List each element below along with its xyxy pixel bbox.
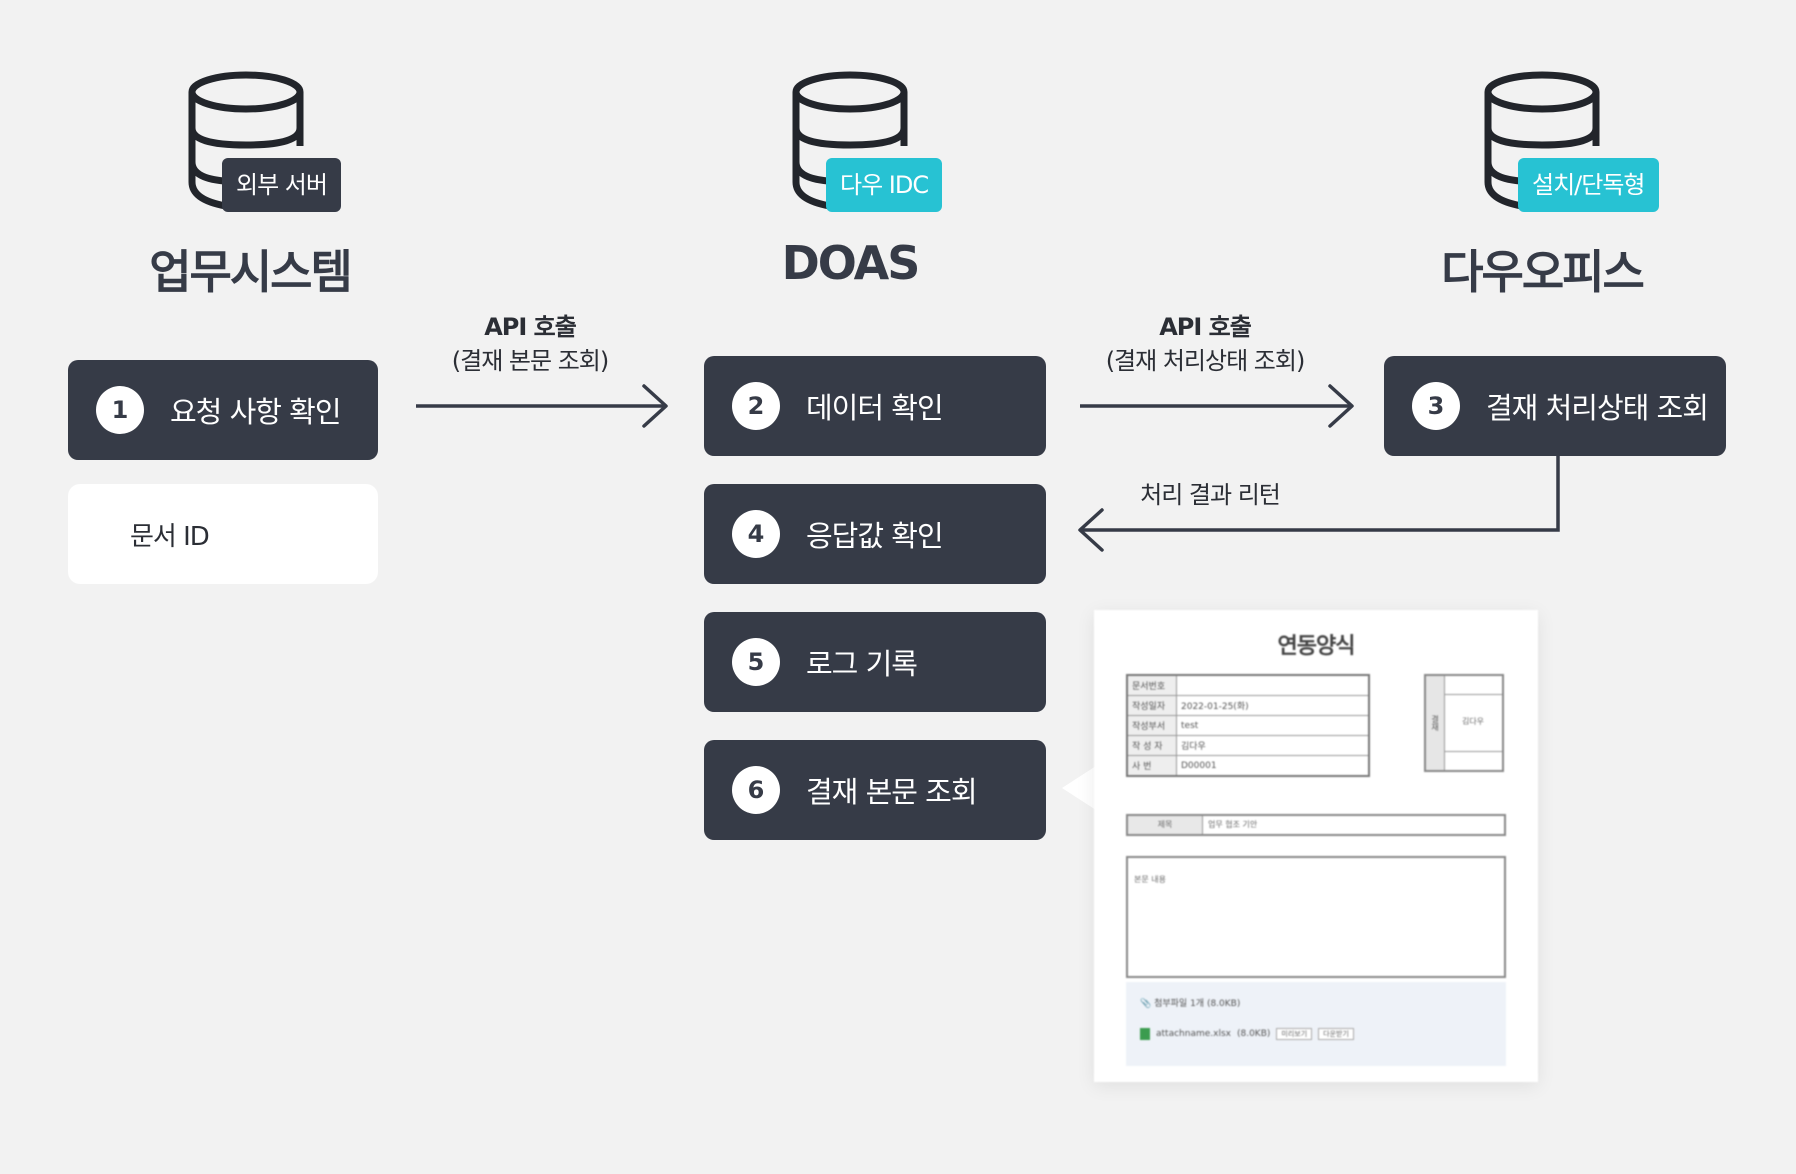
step-number: 2	[732, 382, 780, 430]
table-row: 작 성 자 김다우	[1126, 735, 1370, 756]
form-title: 연동양식	[1277, 634, 1356, 659]
subject-label: 제목	[1128, 816, 1203, 834]
api-call-label-2-line1: API 호출	[1159, 313, 1252, 341]
callout-pointer	[1062, 766, 1096, 810]
system-title-business: 업무시스템	[149, 245, 353, 299]
table-cell-value: D00001	[1176, 755, 1370, 777]
server-badge-external: 외부 서버	[222, 158, 341, 212]
step-label: 데이터 확인	[806, 391, 944, 425]
step-5-box: 5 로그 기록	[704, 612, 1046, 712]
api-call-label-1-line1: API 호출	[484, 313, 577, 341]
download-button[interactable]: 다운받기	[1318, 1028, 1354, 1040]
api-call-label-1: API 호출 (결재 본문 조회)	[430, 310, 630, 378]
approval-row-top	[1444, 676, 1502, 695]
attachment-area: 📎 첨부파일 1개 (8.0KB) attachname.xlsx (8.0KB…	[1126, 982, 1506, 1066]
approval-row-bottom	[1444, 751, 1502, 770]
attachment-item: attachname.xlsx (8.0KB) 미리보기 다운받기	[1140, 1028, 1354, 1040]
subject-value: 업무 협조 기안	[1208, 820, 1258, 829]
step-number: 6	[732, 766, 780, 814]
step-number: 1	[96, 386, 144, 434]
form-info-table: 문서번호 작성일자 2022-01-25(화) 작성부서 test 작 성 자 김다우…	[1126, 674, 1370, 777]
step-6-box: 6 결재 본문 조회	[704, 740, 1046, 840]
excel-file-icon	[1140, 1028, 1150, 1040]
server-badge-idc: 다우 IDC	[826, 158, 943, 212]
body-text: 본문 내용	[1134, 875, 1166, 884]
attachment-count: 📎 첨부파일 1개 (8.0KB)	[1140, 996, 1240, 1009]
arrow-right-icon	[1080, 384, 1354, 428]
table-cell-label: 문서번호	[1126, 674, 1177, 696]
arrow-left-icon	[1078, 456, 1560, 552]
table-cell-label: 작성부서	[1126, 715, 1177, 736]
step-number: 3	[1412, 382, 1460, 430]
arrow-right-icon	[416, 384, 668, 428]
step-3-box: 3 결재 처리상태 조회	[1384, 356, 1726, 456]
table-cell-label: 작성일자	[1126, 695, 1177, 716]
paperclip-icon: 📎	[1140, 999, 1152, 1009]
document-id-box: 문서 ID	[68, 484, 378, 584]
table-cell-label: 작 성 자	[1126, 735, 1177, 756]
table-cell-label: 사 번	[1126, 755, 1177, 777]
api-call-label-1-line2: (결재 본문 조회)	[451, 347, 609, 375]
step-label: 로그 기록	[806, 647, 918, 681]
table-row: 사 번 D00001	[1126, 755, 1370, 777]
table-row: 작성일자 2022-01-25(화)	[1126, 695, 1370, 716]
approval-form-preview: 연동양식 문서번호 작성일자 2022-01-25(화) 작성부서 test 작 성…	[1094, 610, 1538, 1082]
preview-button[interactable]: 미리보기	[1276, 1028, 1313, 1040]
api-call-label-2: API 호출 (결재 처리상태 조회)	[1090, 310, 1320, 378]
step-label: 응답값 확인	[806, 519, 944, 553]
step-label: 결재 처리상태 조회	[1486, 391, 1709, 425]
attachment-count-text: 첨부파일 1개 (8.0KB)	[1154, 999, 1241, 1009]
server-badge-install: 설치/단독형	[1518, 158, 1659, 212]
step-number: 4	[732, 510, 780, 558]
table-cell-value: test	[1176, 715, 1370, 736]
system-title-doas: DOAS	[781, 236, 921, 290]
table-row: 작성부서 test	[1126, 715, 1370, 736]
step-label: 결재 본문 조회	[806, 775, 978, 809]
api-call-label-2-line2: (결재 처리상태 조회)	[1105, 347, 1306, 375]
step-2-box: 2 데이터 확인	[704, 356, 1046, 456]
step-label: 요청 사항 확인	[170, 395, 342, 429]
subject-row: 제목 업무 협조 기안	[1126, 814, 1506, 836]
attachment-name: attachname.xlsx	[1156, 1029, 1231, 1039]
step-number: 5	[732, 638, 780, 686]
approval-label: 결재	[1426, 676, 1445, 770]
system-title-dauoffice: 다우오피스	[1441, 245, 1645, 299]
approver-name: 김다우	[1461, 717, 1485, 726]
table-cell-value	[1176, 674, 1370, 696]
step-1-box: 1 요청 사항 확인	[68, 360, 378, 460]
table-cell-value: 김다우	[1176, 735, 1370, 756]
body-content-area: 본문 내용	[1126, 856, 1506, 978]
attachment-size: (8.0KB)	[1236, 1029, 1271, 1039]
approval-stamp-box: 결재 김다우	[1424, 674, 1504, 772]
table-cell-value: 2022-01-25(화)	[1176, 695, 1370, 716]
step-4-box: 4 응답값 확인	[704, 484, 1046, 584]
table-row: 문서번호	[1126, 674, 1370, 696]
